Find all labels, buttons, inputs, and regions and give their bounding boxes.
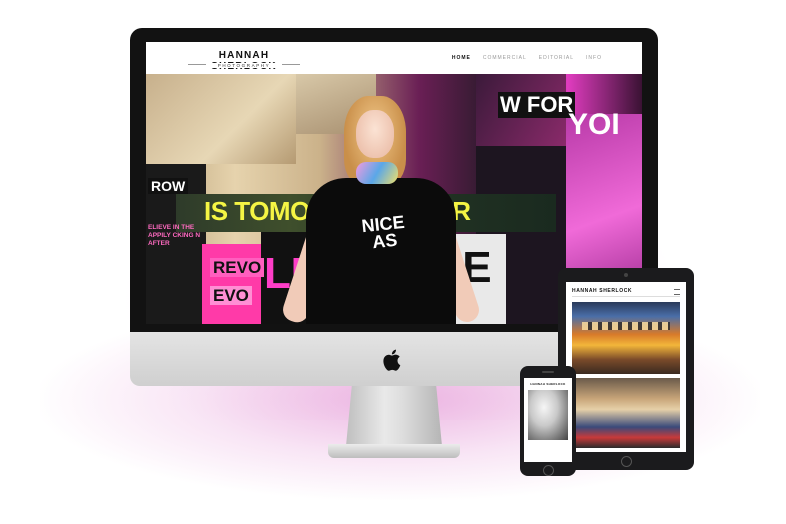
collage-headline-left: IS TOMO	[204, 196, 310, 226]
iphone-site-logo[interactable]: HANNAH SHERLOCK	[530, 382, 566, 386]
site-header: HANNAH SHERLOCK PHOTOGRAPHY HOME COMMERC…	[146, 42, 642, 74]
hero-model: NICE AS	[279, 96, 483, 324]
nav-commercial[interactable]: COMMERCIAL	[483, 55, 527, 61]
nav-info[interactable]: INFO	[586, 55, 602, 61]
collage-text-small: ELIEVE IN THE APPILY CKING N AFTER	[148, 224, 201, 247]
collage-left-pink	[202, 244, 262, 324]
ipad-screen: HANNAH SHERLOCK	[566, 282, 686, 452]
ipad-camera	[624, 273, 628, 277]
ipad-header-divider	[572, 296, 680, 297]
imac-stand	[346, 386, 442, 446]
collage-text-row: ROW	[148, 178, 189, 194]
apple-logo-icon	[383, 349, 401, 371]
iphone-photo-portrait[interactable]	[528, 390, 568, 440]
collage-hand-left	[146, 74, 296, 164]
iphone-device: HANNAH SHERLOCK	[520, 366, 576, 476]
collage-text-revo: REVO	[210, 258, 265, 277]
nav-home[interactable]: HOME	[452, 55, 471, 61]
ipad-device: HANNAH SHERLOCK	[558, 268, 694, 470]
collage-text-evo: EVO	[210, 286, 252, 305]
menu-icon[interactable]	[674, 289, 680, 295]
nav-editorial[interactable]: EDITORIAL	[539, 55, 574, 61]
site-logo-tagline: PHOTOGRAPHY	[206, 63, 282, 68]
ipad-site-logo[interactable]: HANNAH SHERLOCK	[572, 288, 642, 294]
collage-text-w-for: W FOR	[498, 92, 576, 118]
imac-stand-foot	[328, 444, 460, 458]
site-nav: HOME COMMERCIAL EDITORIAL INFO	[452, 55, 602, 61]
site-logo-title[interactable]: HANNAH SHERLOCK	[184, 50, 304, 72]
ipad-home-button[interactable]	[621, 456, 632, 467]
iphone-home-button[interactable]	[543, 465, 554, 476]
shirt-print: NICE AS	[360, 211, 406, 253]
iphone-speaker	[542, 371, 554, 373]
iphone-screen: HANNAH SHERLOCK	[524, 378, 572, 462]
collage-text-yoi: YOI	[568, 108, 620, 141]
model-face	[356, 110, 394, 158]
ipad-photo-restaurant[interactable]	[572, 302, 680, 374]
ipad-photo-interior[interactable]	[572, 378, 680, 448]
model-scarf	[356, 162, 398, 184]
